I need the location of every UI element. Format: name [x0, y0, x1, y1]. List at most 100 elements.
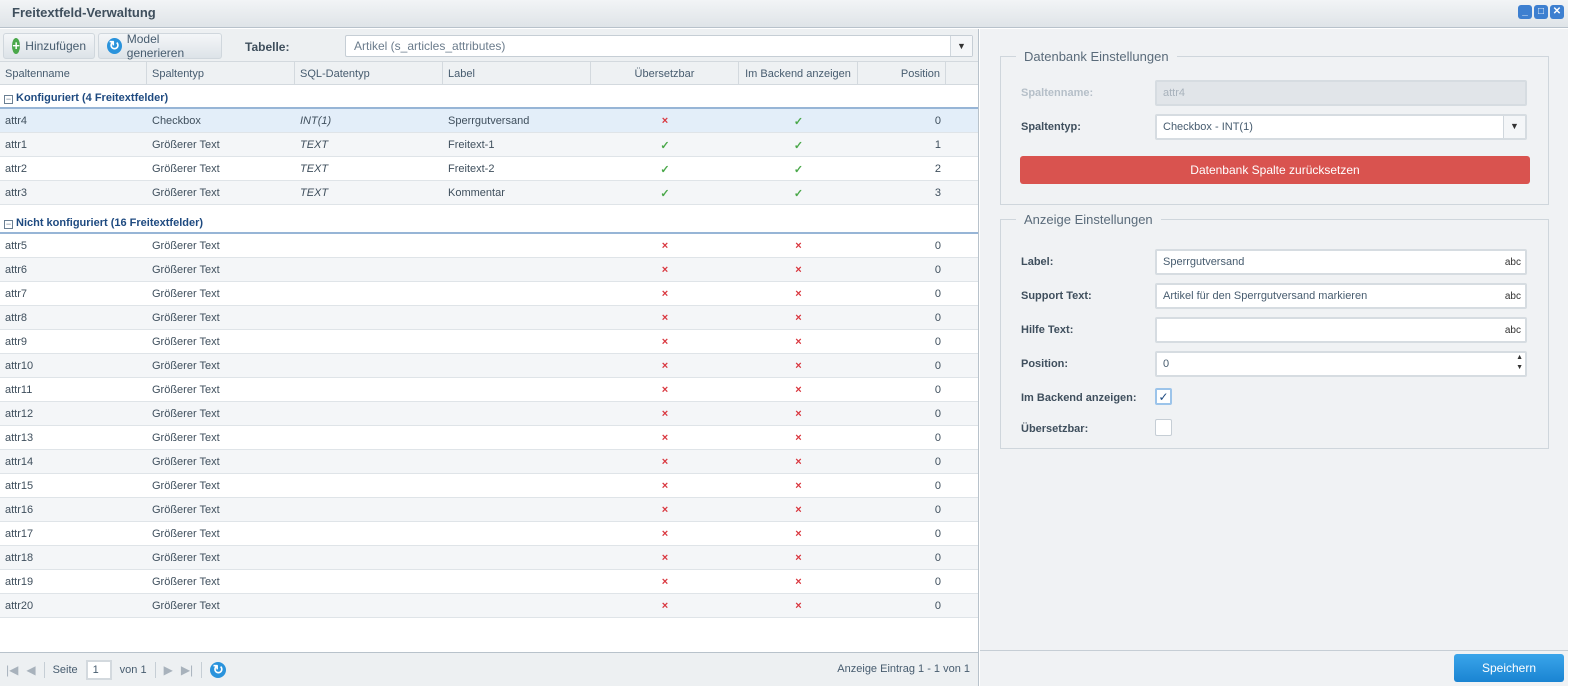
column-header[interactable]: Spaltenname — [0, 62, 147, 84]
label-label: Label: — [1021, 256, 1054, 268]
cell: Größerer Text — [152, 456, 220, 468]
table-row[interactable]: attr9 Größerer Text × × 0 — [0, 330, 978, 354]
show-in-backend-checkbox[interactable]: ✓ — [1155, 388, 1172, 405]
column-header[interactable]: Position — [858, 62, 946, 84]
cross-icon: × — [795, 336, 802, 348]
table-row[interactable]: attr11 Größerer Text × × 0 — [0, 378, 978, 402]
divider — [154, 661, 156, 678]
cell: 0 — [934, 480, 941, 492]
column-type-value: Checkbox - INT(1) — [1163, 121, 1253, 133]
table-row[interactable]: attr8 Größerer Text × × 0 — [0, 306, 978, 330]
cell: × — [591, 522, 739, 545]
cross-icon: × — [795, 312, 802, 324]
cell — [295, 546, 443, 569]
cell: 0 — [934, 240, 941, 252]
column-type-select[interactable]: Checkbox - INT(1) ▼ — [1155, 114, 1527, 140]
cell — [443, 498, 591, 521]
cell: attr15 — [5, 480, 34, 492]
group-header[interactable]: − Nicht konfiguriert (16 Freitextfelder) — [0, 210, 978, 234]
position-stepper[interactable]: 0 ▲ ▼ — [1155, 351, 1527, 377]
prev-page-icon[interactable]: ◀ — [26, 663, 35, 677]
table-row[interactable]: attr4 Checkbox INT(1) Sperrgutversand × ✓ 0 — [0, 109, 978, 133]
close-button[interactable]: ✕ — [1550, 5, 1564, 19]
cell: TEXT — [300, 187, 329, 199]
cell: 0 — [934, 264, 941, 276]
table-row[interactable]: attr3 Größerer Text TEXT Kommentar ✓ ✓ 3 — [0, 181, 978, 205]
column-header[interactable]: Spaltentyp — [147, 62, 295, 84]
help-text-input[interactable]: abc — [1155, 317, 1527, 343]
check-icon: ✓ — [793, 164, 804, 176]
chevron-down-icon[interactable]: ▼ — [1503, 116, 1525, 138]
group-header[interactable]: − Konfiguriert (4 Freitextfelder) — [0, 85, 978, 109]
cell: × — [739, 258, 858, 281]
last-page-icon[interactable]: ▶| — [181, 663, 193, 677]
cell: attr7 — [5, 288, 28, 300]
cell: × — [591, 474, 739, 497]
reset-column-button[interactable]: Datenbank Spalte zurücksetzen — [1020, 156, 1530, 184]
table-row[interactable]: attr13 Größerer Text × × 0 — [0, 426, 978, 450]
maximize-button[interactable]: □ — [1534, 5, 1548, 19]
table-row[interactable]: attr16 Größerer Text × × 0 — [0, 498, 978, 522]
label-input[interactable]: Sperrgutversand abc — [1155, 249, 1527, 275]
cell: 0 — [934, 360, 941, 372]
column-header[interactable]: Im Backend anzeigen — [739, 62, 858, 84]
next-page-icon[interactable]: ▶ — [164, 663, 173, 677]
cell: ✓ — [591, 157, 739, 180]
generate-label: Model generieren — [126, 32, 185, 60]
cell: attr20 — [5, 600, 34, 612]
collapse-icon[interactable]: − — [4, 95, 13, 104]
save-button[interactable]: Speichern — [1454, 654, 1564, 682]
page-input[interactable] — [85, 659, 112, 680]
table-row[interactable]: attr7 Größerer Text × × 0 — [0, 282, 978, 306]
page-label: Seite — [52, 663, 78, 676]
column-header[interactable]: Übersetzbar — [591, 62, 739, 84]
first-page-icon[interactable]: |◀ — [6, 663, 18, 677]
table-row[interactable]: attr17 Größerer Text × × 0 — [0, 522, 978, 546]
label-value: Sperrgutversand — [1163, 256, 1245, 268]
cell: × — [591, 594, 739, 617]
chevron-down-icon[interactable]: ▼ — [950, 36, 972, 56]
cell: × — [591, 498, 739, 521]
refresh-icon[interactable]: ↻ — [210, 661, 227, 678]
generate-model-button[interactable]: ↻ Model generieren — [98, 32, 222, 60]
cell: attr9 — [5, 336, 28, 348]
position-value: 0 — [1163, 358, 1170, 370]
column-header[interactable]: Label — [443, 62, 591, 84]
collapse-icon[interactable]: − — [4, 220, 13, 229]
cell: 0 — [934, 432, 941, 444]
cell: attr3 — [5, 187, 28, 199]
table-row[interactable]: attr5 Größerer Text × × 0 — [0, 234, 978, 258]
grid-body: − Konfiguriert (4 Freitextfelder) attr4 Che… — [0, 85, 978, 618]
cell: Checkbox — [152, 115, 201, 127]
table-row[interactable]: attr10 Größerer Text × × 0 — [0, 354, 978, 378]
cell: ✓ — [739, 133, 858, 156]
cross-icon: × — [661, 528, 669, 540]
translatable-checkbox[interactable] — [1155, 419, 1172, 436]
table-row[interactable]: attr1 Größerer Text TEXT Freitext-1 ✓ ✓ 1 — [0, 133, 978, 157]
cell: × — [591, 426, 739, 449]
table-row[interactable]: attr14 Größerer Text × × 0 — [0, 450, 978, 474]
check-icon: ✓ — [793, 188, 804, 200]
cell: Größerer Text — [152, 264, 220, 276]
support-text-input[interactable]: Artikel für den Sperrgutversand markiere… — [1155, 283, 1527, 309]
table-select[interactable]: Artikel (s_articles_attributes) ▼ — [345, 35, 973, 57]
minimize-button[interactable]: _ — [1518, 5, 1532, 19]
table-row[interactable]: attr18 Größerer Text × × 0 — [0, 546, 978, 570]
table-row[interactable]: attr12 Größerer Text × × 0 — [0, 402, 978, 426]
divider — [43, 661, 45, 678]
add-button[interactable]: + Hinzufügen — [3, 33, 95, 59]
cell — [443, 570, 591, 593]
table-row[interactable]: attr2 Größerer Text TEXT Freitext-2 ✓ ✓ 2 — [0, 157, 978, 181]
database-settings-legend: Datenbank Einstellungen — [1024, 49, 1169, 64]
table-row[interactable]: attr15 Größerer Text × × 0 — [0, 474, 978, 498]
table-row[interactable]: attr19 Größerer Text × × 0 — [0, 570, 978, 594]
cell: × — [739, 570, 858, 593]
cross-icon: × — [661, 115, 669, 127]
spinner-icon[interactable]: ▲ ▼ — [1516, 353, 1523, 373]
display-settings: Anzeige Einstellungen Label: Sperrgutver… — [1000, 212, 1549, 449]
table-row[interactable]: attr20 Größerer Text × × 0 — [0, 594, 978, 618]
table-row[interactable]: attr6 Größerer Text × × 0 — [0, 258, 978, 282]
column-header[interactable]: SQL-Datentyp — [295, 62, 443, 84]
cell: ✓ — [739, 157, 858, 180]
cell — [443, 426, 591, 449]
